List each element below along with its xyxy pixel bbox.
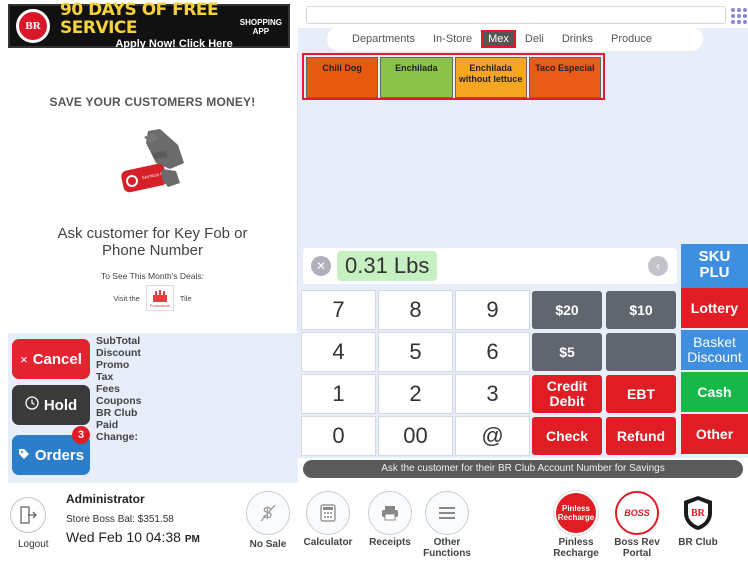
apps-grid-icon[interactable] [731, 8, 747, 24]
br-club-shield-icon: BR [676, 491, 720, 535]
close-icon: × [20, 351, 28, 367]
top-input-bar[interactable] [306, 6, 726, 24]
footer-bar: Logout Administrator Store Boss Bal: $35… [0, 483, 748, 567]
br-club-notice: Ask the customer for their BR Club Accou… [303, 460, 743, 478]
cash-button[interactable]: Cash [681, 372, 748, 412]
pinless-recharge-button[interactable]: Pinless Recharge Pinless Recharge [546, 491, 606, 559]
other-button[interactable]: Other [681, 414, 748, 454]
clock-icon [25, 396, 39, 414]
calculator-button[interactable]: Calculator [298, 491, 358, 548]
promo-title: SAVE YOUR CUSTOMERS MONEY! [49, 95, 256, 109]
key-9[interactable]: 9 [455, 290, 530, 330]
weight-value: 0.31 Lbs [337, 251, 438, 281]
cancel-button[interactable]: × Cancel [12, 339, 90, 379]
cash-20-button[interactable]: $20 [532, 291, 602, 329]
item-grid: Chili Dog Enchilada Enchilada without lett… [302, 53, 605, 100]
key-5[interactable]: 5 [378, 332, 453, 372]
refund-button[interactable]: Refund [606, 417, 676, 455]
tag-icon [18, 447, 30, 464]
br-logo-icon: BR [16, 9, 50, 43]
store-balance: Store Boss Bal: $351.58 [66, 514, 174, 525]
key-7[interactable]: 7 [301, 290, 376, 330]
key-0[interactable]: 0 [301, 416, 376, 456]
promo-deals-text: To See This Month's Deals: [100, 271, 205, 281]
key-4[interactable]: 4 [301, 332, 376, 372]
tab-deli[interactable]: Deli [516, 30, 553, 48]
key-fob-hand-icon: SAVINGS REWARDS [108, 123, 198, 213]
tab-in-store[interactable]: In-Store [424, 30, 481, 48]
promo-panel: SAVE YOUR CUSTOMERS MONEY! SAVINGS REWAR… [8, 53, 298, 331]
pinless-recharge-icon: Pinless Recharge [554, 491, 598, 535]
svg-text:BR: BR [691, 508, 706, 519]
key-8[interactable]: 8 [378, 290, 453, 330]
check-button[interactable]: Check [532, 417, 602, 455]
key-00[interactable]: 00 [378, 416, 453, 456]
br-club-button[interactable]: BR BR Club [668, 491, 728, 548]
shopping-app-label: SHOPPING APP [239, 18, 282, 36]
key-1[interactable]: 1 [301, 374, 376, 414]
totals-label: SubTotal [96, 335, 141, 347]
date-time: Wed Feb 10 04:38 PM [66, 529, 200, 545]
key-2[interactable]: 2 [378, 374, 453, 414]
logout-icon[interactable] [10, 497, 46, 533]
tab-drinks[interactable]: Drinks [553, 30, 602, 48]
totals-label: Change: [96, 431, 138, 443]
logout-label[interactable]: Logout [18, 539, 49, 550]
transaction-panel: × Cancel Hold Orders 3 SubTotal Discount P… [8, 333, 298, 483]
calculator-icon [306, 491, 350, 535]
banner-subtitle: Apply Now! Click Here [115, 38, 233, 50]
lottery-button[interactable]: Lottery [681, 288, 748, 328]
key-3[interactable]: 3 [455, 374, 530, 414]
promo-ask-text: Ask customer for Key Fob or Phone Number [57, 225, 248, 259]
orders-count-badge: 3 [72, 426, 90, 444]
sku-plu-button[interactable]: SKU PLU [681, 244, 748, 288]
cash-10-button[interactable]: $10 [606, 291, 676, 329]
chevron-left-icon[interactable]: ‹ [648, 256, 668, 276]
tab-departments[interactable]: Departments [343, 30, 424, 48]
basket-discount-button[interactable]: Basket Discount [681, 330, 748, 370]
totals-label: Tax [96, 371, 114, 383]
hold-button[interactable]: Hold [12, 385, 90, 425]
keypad: 7 8 9 $20 $10 Lottery 4 5 6 $5 Basket Di… [298, 288, 748, 458]
promo-visit-row: Visit the Promotions Tile [113, 285, 192, 311]
cash-5-button[interactable]: $5 [532, 333, 602, 371]
item-enchilada[interactable]: Enchilada [380, 57, 453, 98]
boss-revolution-icon: BOSS [615, 491, 659, 535]
credit-debit-button[interactable]: Credit Debit [532, 375, 602, 413]
printer-icon [368, 491, 412, 535]
no-sale-button[interactable]: $ No Sale [238, 491, 298, 550]
other-functions-button[interactable]: Other Functions [417, 491, 477, 559]
no-sale-icon: $ [246, 491, 290, 535]
totals-label: Coupons [96, 395, 142, 407]
key-6[interactable]: 6 [455, 332, 530, 372]
tab-produce[interactable]: Produce [602, 30, 661, 48]
tab-mex[interactable]: Mex [481, 30, 516, 48]
totals-list: SubTotal Discount Promo Tax Fees Coupons BR Cl… [96, 335, 142, 443]
clear-icon[interactable]: ✕ [311, 256, 331, 276]
blank-button[interactable] [606, 333, 676, 371]
item-enchilada-without-lettuce[interactable]: Enchilada without lettuce [454, 57, 527, 98]
ebt-button[interactable]: EBT [606, 375, 676, 413]
totals-label: Promo [96, 359, 130, 371]
banner-link[interactable]: Click Here [179, 38, 233, 50]
category-tabs: Departments In-Store Mex Deli Drinks Produce [327, 27, 703, 51]
boss-rev-portal-button[interactable]: BOSS Boss Rev Portal [607, 491, 667, 559]
item-taco-especial[interactable]: Taco Especial [528, 57, 601, 98]
promo-banner[interactable]: BR 90 DAYS OF FREE SERVICE Apply Now! Cl… [8, 1, 290, 50]
totals-label: BR Club [96, 407, 138, 419]
user-name: Administrator [66, 492, 145, 506]
key-at[interactable]: @ [455, 416, 530, 456]
totals-label: Discount [96, 347, 141, 359]
item-chili-dog[interactable]: Chili Dog [306, 57, 379, 98]
receipts-button[interactable]: Receipts [360, 491, 420, 548]
totals-label: Fees [96, 383, 120, 395]
totals-label: Paid [96, 419, 119, 431]
menu-icon [425, 491, 469, 535]
promotions-tile-icon: Promotions [145, 285, 174, 311]
